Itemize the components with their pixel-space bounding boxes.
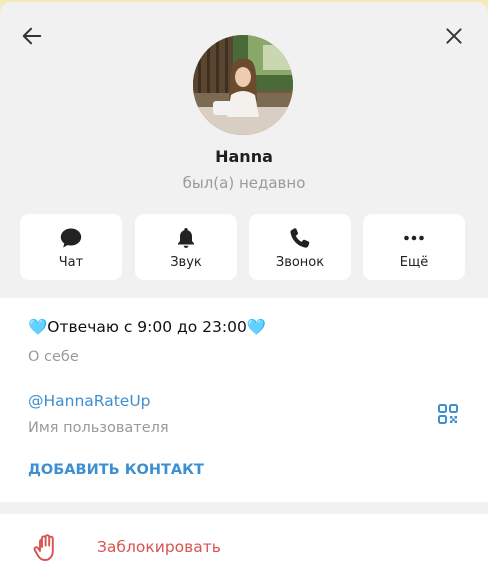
qr-code-icon	[438, 404, 458, 424]
qr-code-button[interactable]	[436, 402, 460, 426]
last-seen-status: был(а) недавно	[182, 174, 306, 192]
bell-icon	[178, 228, 194, 248]
profile-info-section: 🩵Отвечаю с 9:00 до 23:00🩵 О себе @HannaR…	[0, 298, 488, 502]
profile-actions: Чат Звук Звонок Ещё	[20, 214, 466, 280]
profile-panel: Hanna был(а) недавно Чат Звук Звонок Ещё…	[0, 2, 488, 588]
sound-button-label: Звук	[170, 255, 202, 270]
bio-caption: О себе	[28, 349, 79, 365]
more-button-label: Ещё	[399, 255, 429, 270]
close-icon	[446, 28, 462, 44]
block-user-label: Заблокировать	[97, 538, 221, 556]
phone-icon	[290, 228, 310, 248]
arrow-left-icon	[22, 27, 42, 45]
username-caption: Имя пользователя	[28, 420, 169, 436]
hand-stop-icon	[33, 534, 54, 561]
avatar-photo	[193, 35, 293, 135]
bio-text: 🩵Отвечаю с 9:00 до 23:00🩵	[28, 318, 267, 336]
back-button[interactable]	[16, 20, 48, 52]
profile-name: Hanna	[215, 147, 273, 166]
avatar[interactable]	[193, 35, 293, 135]
sound-button[interactable]: Звук	[135, 214, 237, 280]
call-button[interactable]: Звонок	[249, 214, 351, 280]
more-button[interactable]: Ещё	[363, 214, 465, 280]
close-button[interactable]	[438, 20, 470, 52]
more-dots-icon	[404, 235, 424, 241]
block-user-button[interactable]: Заблокировать	[0, 514, 488, 588]
call-button-label: Звонок	[275, 255, 325, 270]
profile-header: Hanna был(а) недавно Чат Звук Звонок Ещё	[0, 2, 488, 298]
username-link[interactable]: @HannaRateUp	[28, 392, 151, 410]
chat-button-label: Чат	[58, 255, 84, 270]
chat-button[interactable]: Чат	[20, 214, 122, 280]
chat-bubble-icon	[60, 228, 82, 248]
add-contact-button[interactable]: ДОБАВИТЬ КОНТАКТ	[28, 462, 204, 478]
